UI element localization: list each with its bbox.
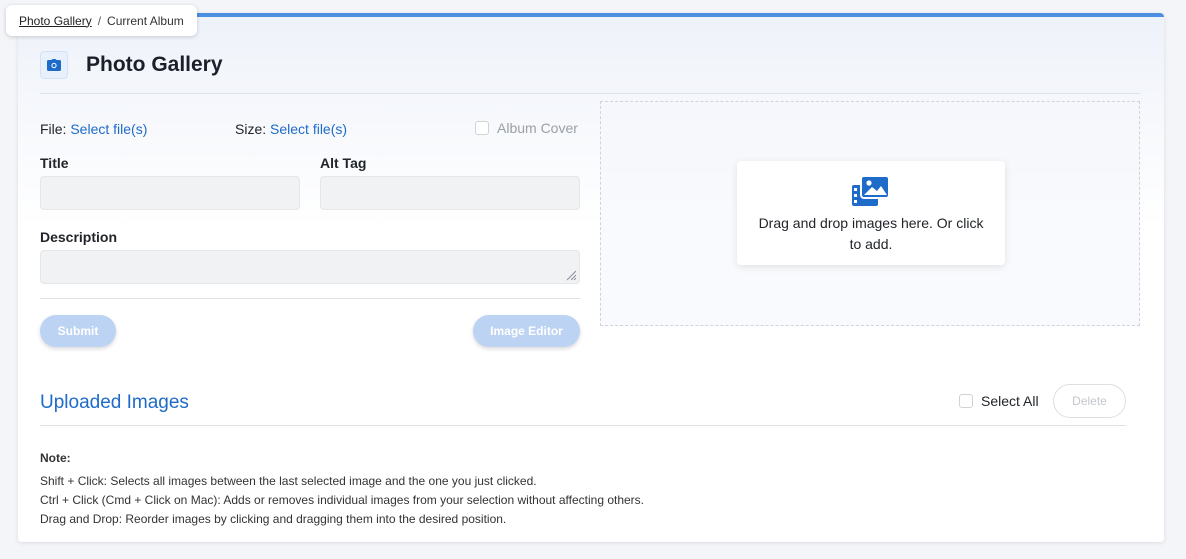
title-input[interactable] bbox=[40, 176, 300, 210]
images-icon bbox=[852, 175, 890, 206]
album-cover-checkbox[interactable] bbox=[475, 121, 489, 135]
dropzone[interactable]: Drag and drop images here. Or click to a… bbox=[600, 101, 1140, 326]
description-label: Description bbox=[40, 229, 118, 245]
image-editor-button[interactable]: Image Editor bbox=[473, 315, 580, 347]
file-label: File: bbox=[40, 121, 67, 137]
select-all-label: Select All bbox=[981, 393, 1039, 409]
uploaded-images-title: Uploaded Images bbox=[40, 392, 189, 413]
note-title: Note: bbox=[40, 451, 71, 465]
submit-button[interactable]: Submit bbox=[40, 315, 116, 347]
size-label: Size: bbox=[235, 121, 267, 137]
album-cover-label: Album Cover bbox=[497, 120, 578, 136]
dropzone-prompt[interactable]: Drag and drop images here. Or click to a… bbox=[737, 161, 1005, 265]
description-textarea[interactable] bbox=[40, 250, 580, 284]
breadcrumb: Photo Gallery / Current Album bbox=[6, 5, 197, 36]
camera-icon bbox=[40, 51, 68, 79]
select-all-checkbox[interactable] bbox=[959, 394, 973, 408]
uploaded-divider bbox=[40, 425, 1126, 426]
breadcrumb-link-photo-gallery[interactable]: Photo Gallery bbox=[19, 14, 92, 28]
file-row: File: Select file(s) bbox=[40, 121, 147, 137]
alt-tag-label: Alt Tag bbox=[320, 155, 367, 171]
breadcrumb-current: Current Album bbox=[107, 13, 184, 28]
note-line: Shift + Click: Selects all images betwee… bbox=[40, 474, 537, 488]
size-row: Size: Select file(s) bbox=[235, 121, 347, 137]
form-divider bbox=[40, 298, 580, 299]
page-header: Photo Gallery bbox=[40, 51, 223, 79]
breadcrumb-separator: / bbox=[97, 13, 102, 28]
file-select-link[interactable]: Select file(s) bbox=[70, 121, 147, 137]
dropzone-text: Drag and drop images here. Or click to a… bbox=[758, 215, 984, 252]
gallery-card: Photo Gallery File: Select file(s) Size:… bbox=[18, 13, 1164, 542]
header-divider bbox=[40, 93, 1140, 94]
resize-grip-icon[interactable] bbox=[565, 269, 577, 281]
note-line: Drag and Drop: Reorder images by clickin… bbox=[40, 512, 507, 526]
delete-button[interactable]: Delete bbox=[1053, 384, 1126, 418]
title-label: Title bbox=[40, 155, 69, 171]
alt-tag-input[interactable] bbox=[320, 176, 580, 210]
album-cover-option[interactable]: Album Cover bbox=[475, 120, 578, 136]
size-select-link[interactable]: Select file(s) bbox=[270, 121, 347, 137]
page-title: Photo Gallery bbox=[86, 53, 223, 76]
note-line: Ctrl + Click (Cmd + Click on Mac): Adds … bbox=[40, 493, 645, 507]
select-all-option[interactable]: Select All bbox=[959, 393, 1039, 409]
